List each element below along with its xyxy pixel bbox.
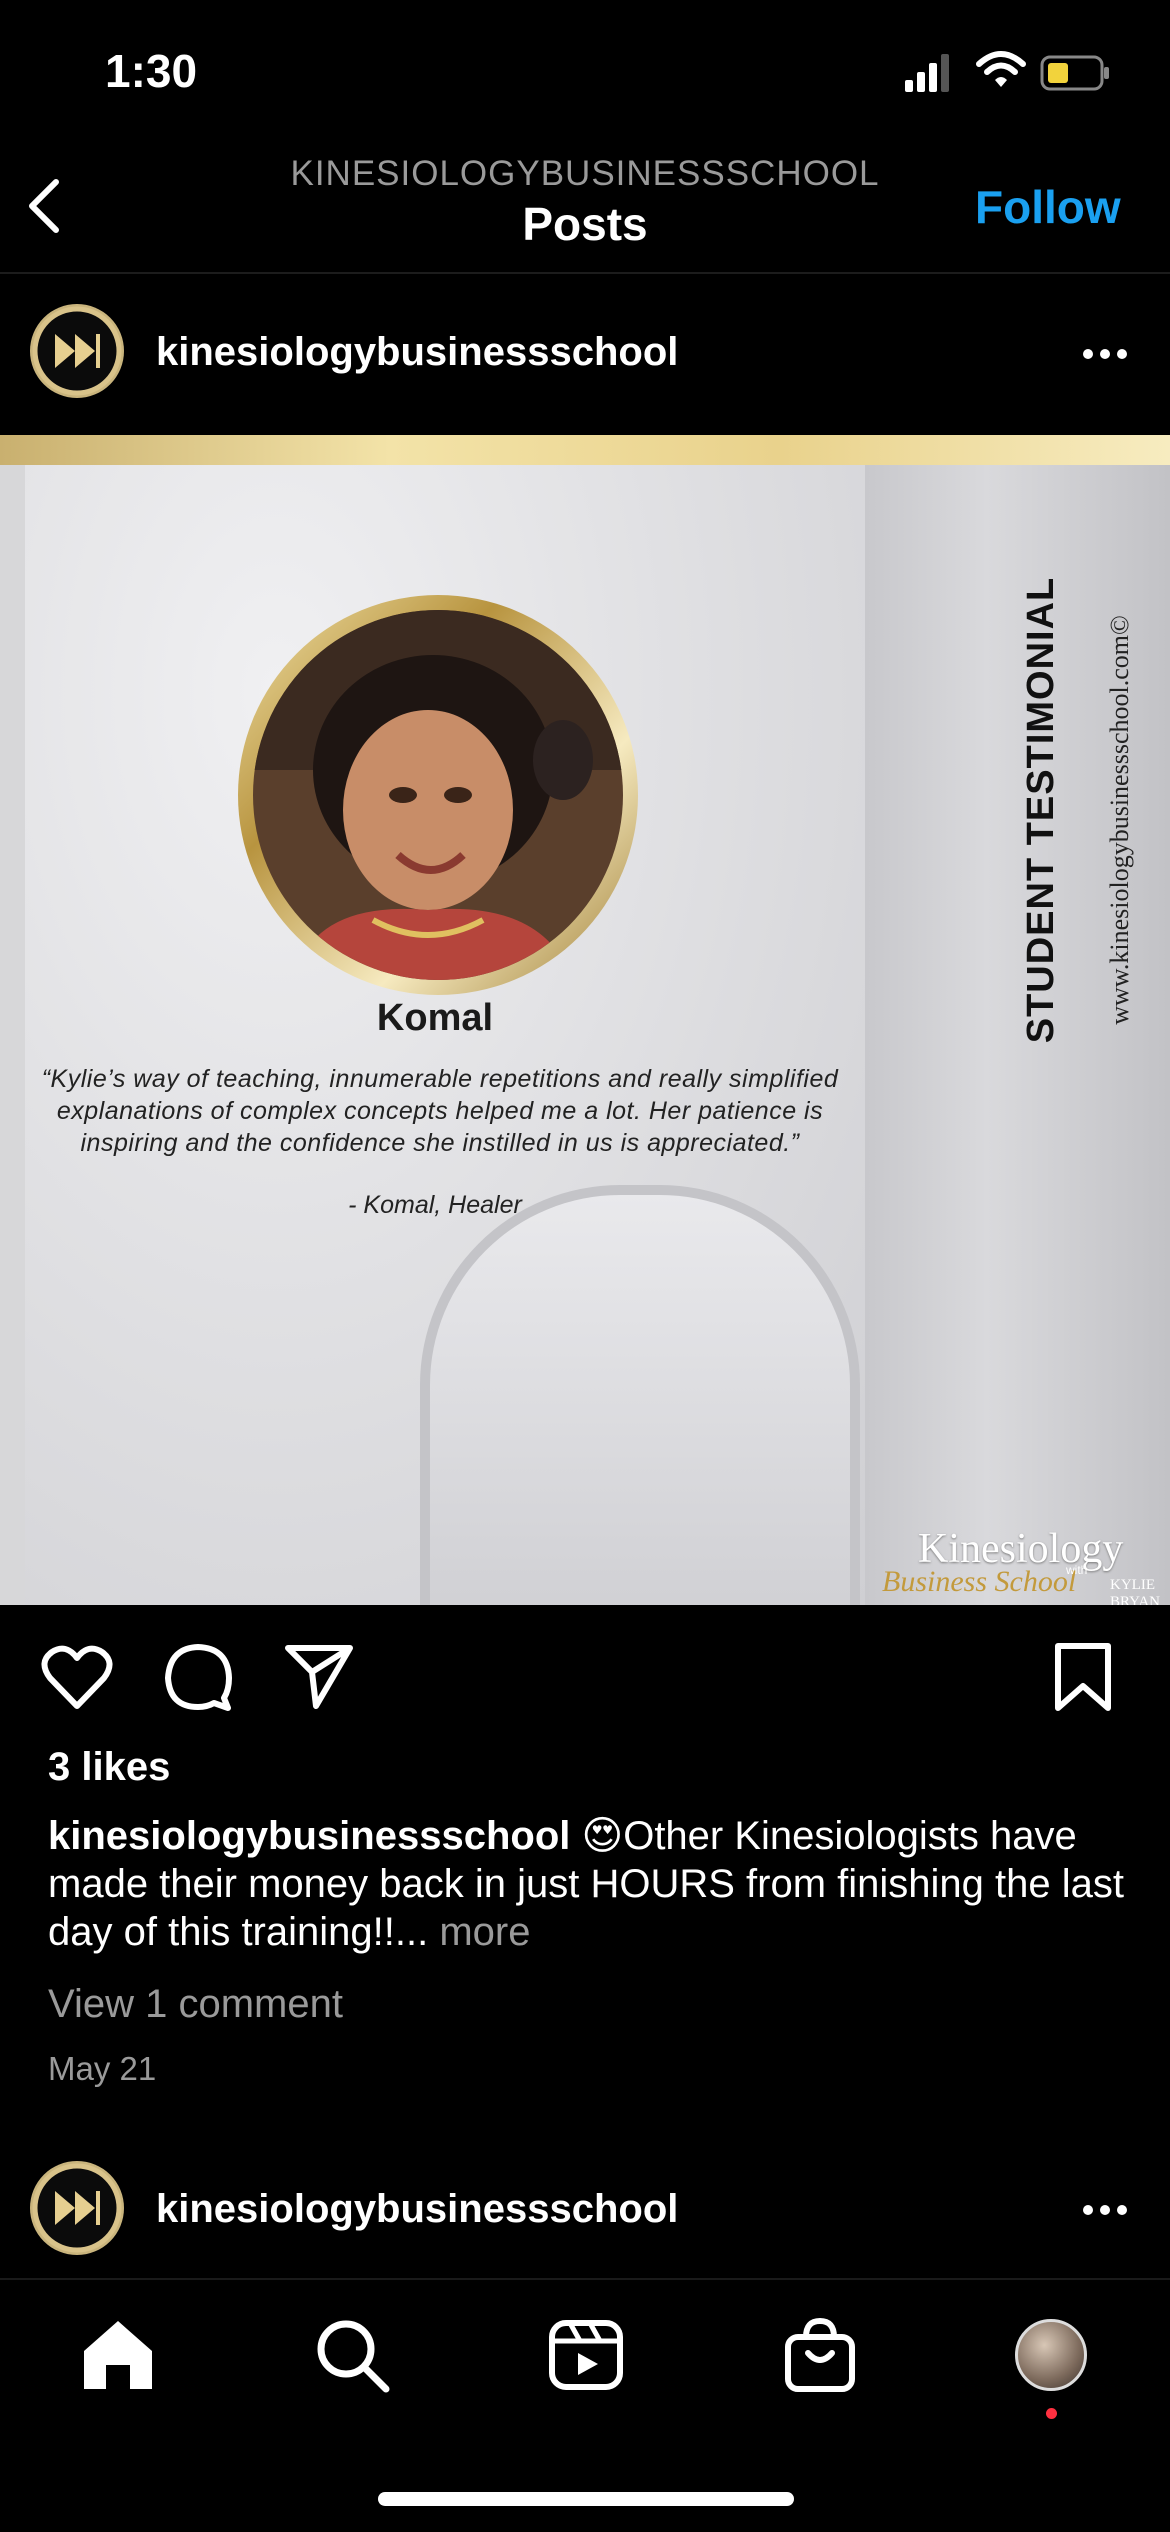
testimonial-attribution: - Komal, Healer [348,1191,522,1219]
tab-bar-divider [0,2278,1170,2280]
post-date: May 21 [48,2050,157,2087]
post-image[interactable]: Komal “Kylie’s way of teaching, innumera… [0,435,1170,1605]
more-options-icon[interactable] [1080,2200,1130,2220]
caption-more-link[interactable]: more [439,1910,530,1954]
caption-username[interactable]: kinesiologybusinessschool [48,1814,570,1858]
next-post-username[interactable]: kinesiologybusinessschool [156,2187,678,2232]
notification-dot [1046,2408,1057,2419]
follow-button[interactable]: Follow [975,180,1121,234]
student-name: Komal [376,997,494,1039]
post-caption: kinesiologybusinessschool 😍Other Kinesio… [48,1812,1128,1956]
heart-icon[interactable] [40,1640,114,1714]
brand-logo-script: Business School [882,1565,1077,1598]
next-post-avatar[interactable] [30,2161,124,2255]
home-icon[interactable] [78,2315,158,2395]
arched-door-decoration [420,1185,860,1605]
bookmark-icon[interactable] [1046,1640,1120,1714]
wifi-icon [976,51,1026,87]
search-icon[interactable] [312,2315,392,2395]
testimonial-quote: “Kylie’s way of teaching, innumerable re… [41,1065,839,1157]
gold-border-strip [0,435,1170,465]
post-username[interactable]: kinesiologybusinessschool [156,330,678,375]
likes-count[interactable]: 3 likes [48,1745,170,1790]
status-time: 1:30 [105,45,198,97]
fast-forward-logo-icon [32,306,122,396]
view-comments-link[interactable]: View 1 comment [48,1982,343,2027]
signal-icon [905,54,949,92]
student-photo [253,610,623,980]
header-divider [0,272,1170,274]
post-avatar[interactable] [30,304,124,398]
student-testimonial-heading: STUDENT TESTIMONIAL [1020,576,1062,1044]
fast-forward-logo-icon [32,2163,122,2253]
brand-logo-with: with [1066,1563,1088,1577]
more-options-icon[interactable] [1080,344,1130,364]
battery-icon [1040,55,1109,91]
brand-logo-sub: KYLIE BRYAN [1110,1577,1161,1605]
website-url: www.kinesiologybusinessschool.com© [1105,615,1134,1025]
reels-icon[interactable] [546,2315,626,2395]
shopping-bag-icon[interactable] [780,2315,860,2395]
home-indicator[interactable] [378,2492,794,2506]
comment-icon[interactable] [162,1640,236,1714]
profile-avatar[interactable] [1015,2319,1087,2391]
share-paper-plane-icon[interactable] [282,1640,356,1714]
